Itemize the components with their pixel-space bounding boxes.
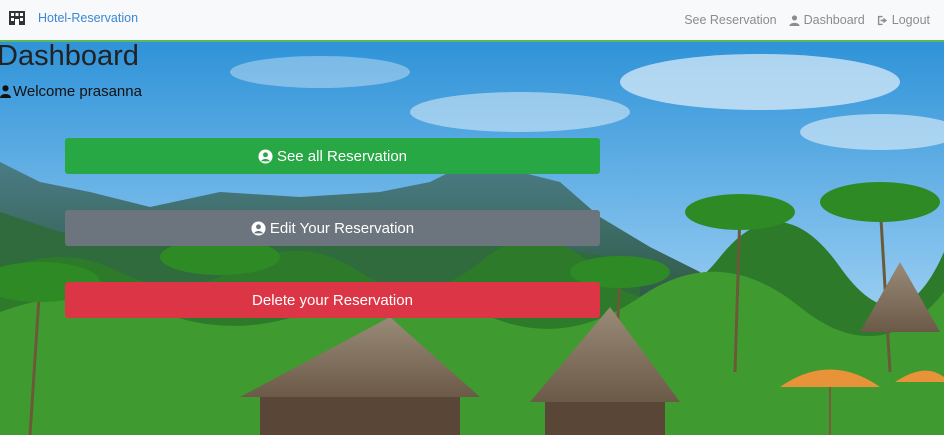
user-icon	[789, 14, 800, 26]
top-navbar: Hotel-Reservation See Reservation Dashbo…	[0, 0, 944, 42]
user-circle-icon	[258, 148, 273, 164]
page-title: Dashboard	[0, 40, 139, 72]
nav-dashboard-label: Dashboard	[803, 13, 865, 27]
brand-link[interactable]: Hotel-Reservation	[38, 11, 138, 25]
delete-reservation-button[interactable]: Delete your Reservation	[65, 282, 600, 318]
welcome-message: Welcome prasanna	[0, 83, 142, 100]
nav-logout[interactable]: Logout	[877, 13, 930, 27]
hotel-icon	[9, 11, 25, 25]
navbar-links: See Reservation Dashboard Logout	[684, 13, 930, 27]
user-circle-icon	[251, 220, 266, 236]
nav-see-reservation[interactable]: See Reservation	[684, 13, 776, 27]
see-all-reservation-button[interactable]: See all Reservation	[65, 138, 600, 174]
logout-icon	[877, 15, 887, 25]
edit-reservation-button[interactable]: Edit Your Reservation	[65, 210, 600, 246]
nav-logout-label: Logout	[891, 13, 930, 27]
nav-dashboard[interactable]: Dashboard	[789, 13, 865, 27]
navbar-brand[interactable]: Hotel-Reservation	[8, 10, 138, 26]
edit-reservation-label: Edit Your Reservation	[269, 219, 415, 237]
user-icon	[0, 85, 11, 98]
delete-reservation-label: Delete your Reservation	[252, 291, 413, 309]
welcome-text: Welcome prasanna	[13, 83, 142, 100]
see-all-reservation-label: See all Reservation	[276, 147, 408, 165]
nav-see-reservation-label: See Reservation	[684, 13, 777, 27]
